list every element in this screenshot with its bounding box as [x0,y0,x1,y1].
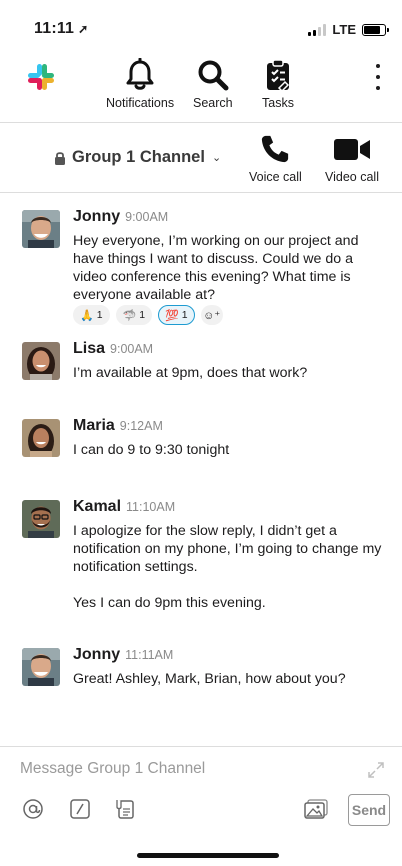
voice-call-label: Voice call [249,170,302,184]
tasks-label: Tasks [262,96,294,110]
message-text: I apologize for the slow reply, I didn’t… [73,523,382,575]
avatar-maria-image [22,419,60,457]
video-call-button[interactable]: Video call [325,134,379,184]
author-name[interactable]: Jonny [73,208,120,226]
message-header: Maria 9:12AM [73,417,163,435]
message-input[interactable]: Message Group 1 Channel [20,760,205,778]
home-indicator [137,853,279,858]
mention-icon[interactable] [22,798,44,820]
author-name[interactable]: Kamal [73,498,121,516]
slack-logo-icon[interactable] [26,62,56,92]
lock-icon [55,151,65,165]
message-time: 9:00AM [125,210,169,224]
add-reaction-icon[interactable]: ☺︎⁺ [200,305,223,325]
message-text: I’m available at 9pm, does that work? [73,365,308,381]
reaction-bar: 🙏 1 🦈 1 💯 1 ☺︎⁺ [73,305,223,325]
channel-title-button[interactable]: Group 1 Channel ⌄ [54,148,221,167]
message-text-followup: Yes I can do 9pm this evening. [73,595,266,611]
network-type: LTE [332,22,356,37]
reaction-count: 1 [96,309,103,321]
voice-call-button[interactable]: Voice call [249,134,302,184]
avatar[interactable] [22,648,60,686]
nav-divider [0,122,402,123]
avatar-lisa-image [22,342,60,380]
phone-icon [262,135,289,163]
shark-emoji-icon: 🦈 [122,309,137,322]
signal-icon [308,23,327,36]
search-button[interactable]: Search [193,58,233,110]
avatar-kamal-image [22,500,60,538]
message-list: Jonny 9:00AM Hey everyone, I’m working o… [0,196,402,746]
send-button[interactable]: Send [348,794,390,826]
photo-gallery-icon[interactable] [303,798,329,820]
message-text: Great! Ashley, Mark, Brian, how about yo… [73,671,346,687]
message-header: Lisa 9:00AM [73,340,153,358]
avatar-jonny-image [22,210,60,248]
composer-divider [0,746,402,747]
pray-emoji-icon: 🙏 [80,309,94,322]
slash-command-icon[interactable] [69,798,91,820]
video-call-label: Video call [325,170,379,184]
more-options-icon[interactable] [372,64,384,90]
avatar[interactable] [22,419,60,457]
message-header: Jonny 9:00AM [73,208,168,226]
message-time: 9:12AM [119,419,163,433]
hundred-emoji-icon: 💯 [165,309,179,322]
author-name[interactable]: Lisa [73,340,105,358]
avatar-jonny-image [22,648,60,686]
notifications-button[interactable]: Notifications [106,58,174,110]
search-label: Search [193,96,233,110]
chevron-down-icon: ⌄ [211,152,222,164]
message-time: 11:11AM [125,648,174,662]
avatar[interactable] [22,342,60,380]
reaction-count: 1 [181,309,188,321]
tasks-button[interactable]: Tasks [261,58,295,110]
notifications-label: Notifications [106,96,175,110]
status-bar: 11:11 ➚ LTE [0,0,402,44]
author-name[interactable]: Jonny [73,646,120,664]
author-name[interactable]: Maria [73,417,115,435]
video-camera-icon [333,139,370,160]
location-arrow-icon: ➚ [78,22,89,36]
message-header: Kamal 11:10AM [73,498,175,516]
reaction-hundred[interactable]: 💯 1 [158,305,195,325]
message-time: 9:00AM [110,342,154,356]
search-icon [198,60,229,91]
top-nav: Notifications Search Tasks [0,52,402,118]
bell-icon [126,58,154,90]
reaction-pray[interactable]: 🙏 1 [73,305,110,325]
header-divider [0,192,402,193]
clipboard-check-icon [267,59,290,92]
message-text: Hey everyone, I’m working on our project… [73,233,359,303]
channel-header: Group 1 Channel ⌄ Voice call Video call [0,124,402,192]
message-time: 11:10AM [126,500,176,514]
avatar[interactable] [22,210,60,248]
clock: 11:11 [34,20,75,37]
status-indicators: LTE [308,22,389,37]
message-text: I can do 9 to 9:30 tonight [73,442,230,458]
message-header: Jonny 11:11AM [73,646,173,664]
status-time: 11:11 ➚ [34,20,88,38]
reaction-shark[interactable]: 🦈 1 [115,305,153,325]
reaction-count: 1 [139,309,146,321]
channel-name: Group 1 Channel [72,148,205,166]
avatar[interactable] [22,500,60,538]
expand-icon[interactable] [366,760,386,780]
attach-file-icon[interactable] [114,798,136,820]
message-composer: Message Group 1 Channel Send [0,748,402,866]
battery-icon [362,23,389,36]
